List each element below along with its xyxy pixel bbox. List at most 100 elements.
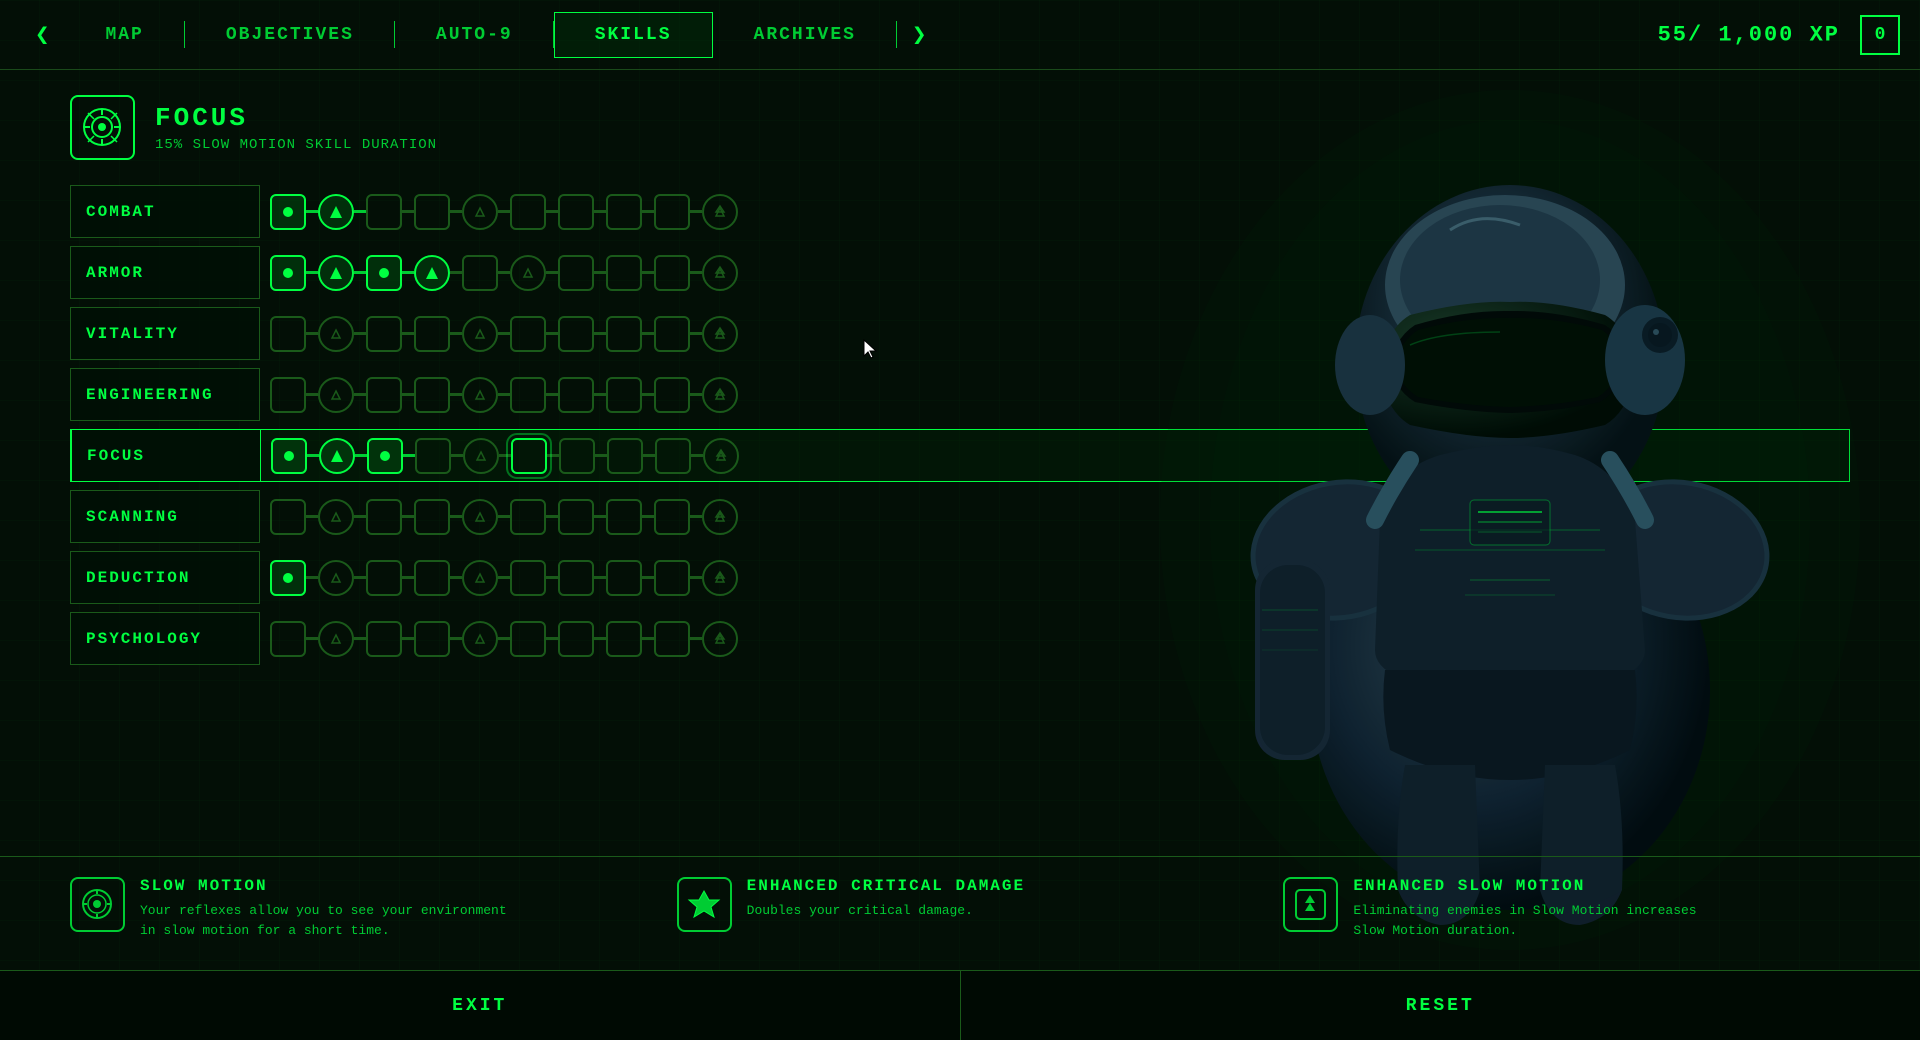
armor-node-2[interactable] <box>318 255 354 291</box>
psychology-node-8[interactable] <box>606 621 642 657</box>
armor-node-1[interactable] <box>270 255 306 291</box>
psychology-node-1[interactable] <box>270 621 306 657</box>
armor-node-9[interactable] <box>654 255 690 291</box>
scanning-link-1 <box>306 515 318 518</box>
combat-node-5[interactable] <box>462 194 498 230</box>
combat-link-4 <box>450 210 462 213</box>
combat-link-1 <box>306 210 318 213</box>
scanning-node-6[interactable] <box>510 499 546 535</box>
focus-node-8[interactable] <box>607 438 643 474</box>
tab-objectives[interactable]: OBJECTIVES <box>185 12 395 58</box>
scanning-node-2[interactable] <box>318 499 354 535</box>
scanning-node-4[interactable] <box>414 499 450 535</box>
vitality-node-7[interactable] <box>558 316 594 352</box>
deduction-node-7[interactable] <box>558 560 594 596</box>
engineering-node-5[interactable] <box>462 377 498 413</box>
armor-node-10[interactable] <box>702 255 738 291</box>
psychology-link-8 <box>642 637 654 640</box>
focus-node-2[interactable] <box>319 438 355 474</box>
armor-node-6[interactable] <box>510 255 546 291</box>
scanning-node-5[interactable] <box>462 499 498 535</box>
combat-node-2[interactable] <box>318 194 354 230</box>
scanning-node-3[interactable] <box>366 499 402 535</box>
combat-node-1[interactable] <box>270 194 306 230</box>
engineering-node-9[interactable] <box>654 377 690 413</box>
nav-prev-arrow[interactable]: ❮ <box>20 15 64 55</box>
deduction-node-5[interactable] <box>462 560 498 596</box>
vitality-link-9 <box>690 332 702 335</box>
psychology-node-4[interactable] <box>414 621 450 657</box>
psychology-node-3[interactable] <box>366 621 402 657</box>
combat-node-3[interactable] <box>366 194 402 230</box>
skill-label-vitality: VITALITY <box>70 307 260 360</box>
deduction-node-9[interactable] <box>654 560 690 596</box>
vitality-node-3[interactable] <box>366 316 402 352</box>
armor-node-7[interactable] <box>558 255 594 291</box>
tab-map[interactable]: MAP <box>64 12 184 58</box>
nav-next-arrow[interactable]: ❯ <box>897 15 941 55</box>
deduction-node-10[interactable] <box>702 560 738 596</box>
focus-node-6[interactable] <box>511 438 547 474</box>
psychology-node-6[interactable] <box>510 621 546 657</box>
focus-node-10[interactable] <box>703 438 739 474</box>
scanning-node-10[interactable] <box>702 499 738 535</box>
armor-node-3[interactable] <box>366 255 402 291</box>
engineering-node-3[interactable] <box>366 377 402 413</box>
focus-node-1[interactable] <box>271 438 307 474</box>
focus-node-9[interactable] <box>655 438 691 474</box>
psychology-node-10[interactable] <box>702 621 738 657</box>
psychology-node-7[interactable] <box>558 621 594 657</box>
scanning-node-8[interactable] <box>606 499 642 535</box>
combat-node-4[interactable] <box>414 194 450 230</box>
combat-node-7[interactable] <box>558 194 594 230</box>
vitality-node-5[interactable] <box>462 316 498 352</box>
combat-node-8[interactable] <box>606 194 642 230</box>
scanning-node-7[interactable] <box>558 499 594 535</box>
engineering-node-7[interactable] <box>558 377 594 413</box>
armor-node-8[interactable] <box>606 255 642 291</box>
vitality-node-4[interactable] <box>414 316 450 352</box>
deduction-link-7 <box>594 576 606 579</box>
psychology-node-5[interactable] <box>462 621 498 657</box>
engineering-node-10[interactable] <box>702 377 738 413</box>
engineering-node-6[interactable] <box>510 377 546 413</box>
deduction-node-6[interactable] <box>510 560 546 596</box>
focus-node-7[interactable] <box>559 438 595 474</box>
engineering-link-6 <box>546 393 558 396</box>
scanning-node-1[interactable] <box>270 499 306 535</box>
vitality-node-6[interactable] <box>510 316 546 352</box>
vitality-node-1[interactable] <box>270 316 306 352</box>
engineering-node-1[interactable] <box>270 377 306 413</box>
combat-node-10[interactable] <box>702 194 738 230</box>
engineering-node-2[interactable] <box>318 377 354 413</box>
armor-node-5[interactable] <box>462 255 498 291</box>
focus-node-3[interactable] <box>367 438 403 474</box>
deduction-node-2[interactable] <box>318 560 354 596</box>
vitality-node-8[interactable] <box>606 316 642 352</box>
deduction-node-3[interactable] <box>366 560 402 596</box>
deduction-node-1[interactable] <box>270 560 306 596</box>
vitality-node-9[interactable] <box>654 316 690 352</box>
bottom-info-section: SLOW MOTION Your reflexes allow you to s… <box>0 856 1920 960</box>
combat-node-6[interactable] <box>510 194 546 230</box>
exit-button[interactable]: EXIT <box>0 971 961 1040</box>
deduction-link-9 <box>690 576 702 579</box>
tab-skills[interactable]: SKILLS <box>554 12 713 58</box>
scanning-node-9[interactable] <box>654 499 690 535</box>
psychology-node-9[interactable] <box>654 621 690 657</box>
tab-archives[interactable]: ARCHIVES <box>713 12 897 58</box>
focus-node-4[interactable] <box>415 438 451 474</box>
psychology-node-2[interactable] <box>318 621 354 657</box>
vitality-node-10[interactable] <box>702 316 738 352</box>
armor-node-4[interactable] <box>414 255 450 291</box>
vitality-node-2[interactable] <box>318 316 354 352</box>
reset-button[interactable]: RESET <box>961 971 1920 1040</box>
armor-link-1 <box>306 271 318 274</box>
combat-node-9[interactable] <box>654 194 690 230</box>
focus-node-5[interactable] <box>463 438 499 474</box>
deduction-node-4[interactable] <box>414 560 450 596</box>
tab-auto9[interactable]: AUTO-9 <box>395 12 554 58</box>
deduction-node-8[interactable] <box>606 560 642 596</box>
engineering-node-8[interactable] <box>606 377 642 413</box>
engineering-node-4[interactable] <box>414 377 450 413</box>
